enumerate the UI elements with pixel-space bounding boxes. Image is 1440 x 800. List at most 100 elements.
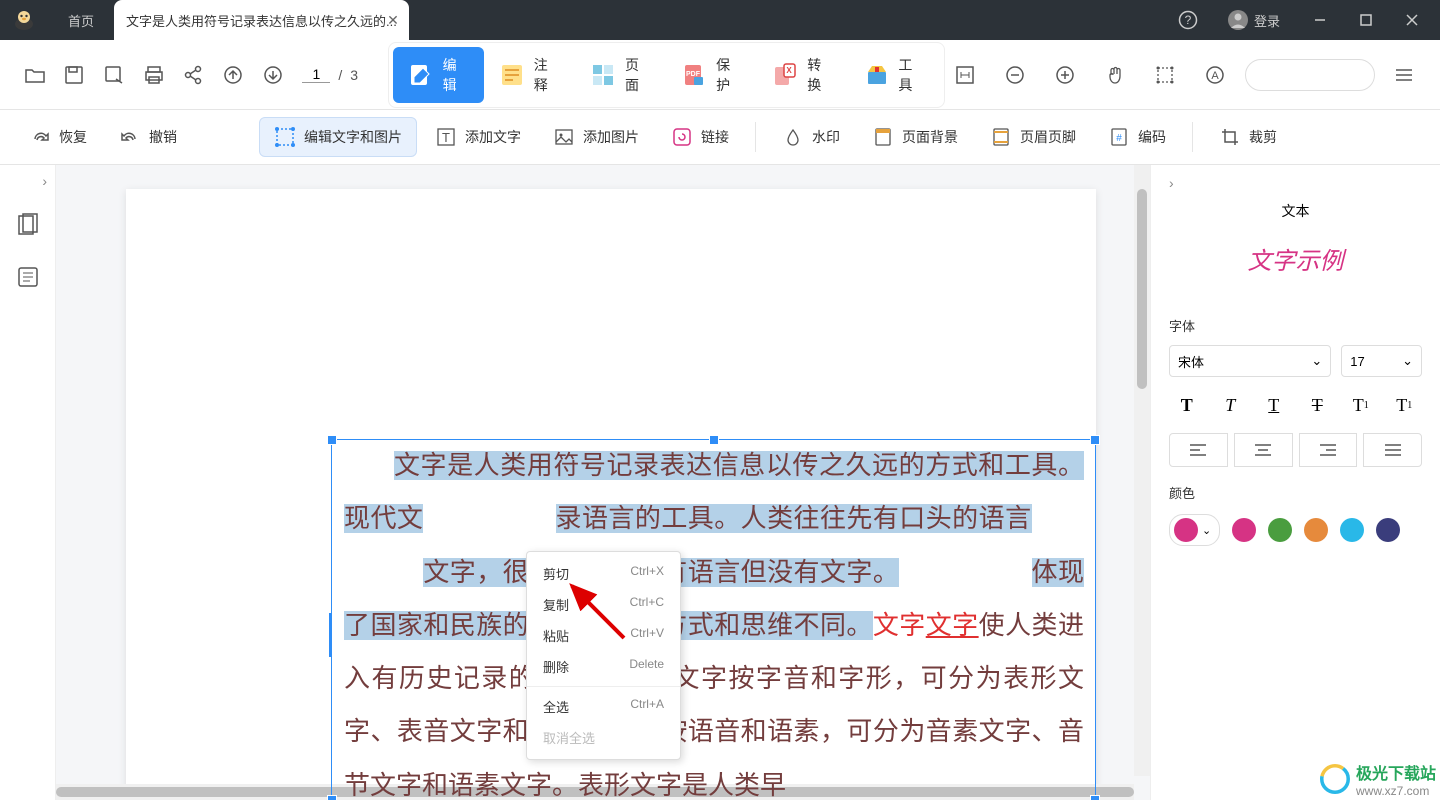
main-toolbar: / 3 编辑 注释 页面 PDF 保护 X 转换 工具	[0, 40, 1440, 110]
italic-button[interactable]: T	[1213, 387, 1249, 423]
color-swatch-green[interactable]	[1268, 518, 1292, 542]
prev-page-icon[interactable]	[213, 55, 253, 95]
document-tab-title: 文字是人类用符号记录表达信息以传之久远的...	[126, 11, 397, 30]
close-tab-icon[interactable]: ✕	[387, 12, 399, 29]
superscript-button[interactable]: T1	[1343, 387, 1379, 423]
undo-button[interactable]: 撤销	[105, 118, 191, 156]
color-swatch-orange[interactable]	[1304, 518, 1328, 542]
protect-icon: PDF	[681, 61, 709, 89]
color-swatch-navy[interactable]	[1376, 518, 1400, 542]
color-section-title: 颜色	[1169, 483, 1422, 502]
svg-text:#: #	[1116, 133, 1122, 144]
align-justify-button[interactable]	[1363, 433, 1422, 467]
menu-icon[interactable]	[1385, 55, 1425, 95]
red-text: 文字	[873, 611, 926, 640]
coding-icon: #	[1108, 126, 1130, 148]
home-tab[interactable]: 首页	[48, 0, 114, 40]
select-icon[interactable]	[1145, 55, 1185, 95]
ribbon-tabs: 编辑 注释 页面 PDF 保护 X 转换 工具	[388, 42, 945, 108]
bold-button[interactable]: T	[1169, 387, 1205, 423]
save-as-icon[interactable]	[94, 55, 134, 95]
ribbon-tab-tools[interactable]: 工具	[849, 47, 940, 103]
link-icon	[671, 126, 693, 148]
font-size-select[interactable]: 17⌄	[1341, 345, 1422, 377]
add-text-button[interactable]: T 添加文字	[421, 118, 535, 156]
page-icon	[589, 61, 617, 89]
background-label: 页面背景	[902, 127, 958, 147]
underline-button[interactable]: T	[1256, 387, 1292, 423]
left-rail-collapse-icon[interactable]: ›	[42, 173, 47, 189]
fit-width-icon[interactable]	[945, 55, 985, 95]
background-button[interactable]: 页面背景	[858, 118, 972, 156]
subscript-button[interactable]: T1	[1387, 387, 1423, 423]
coding-button[interactable]: # 编码	[1094, 118, 1180, 156]
ribbon-tab-tools-label: 工具	[898, 55, 926, 95]
ctx-select-all[interactable]: 全选Ctrl+A	[527, 691, 680, 722]
ribbon-tab-annotate[interactable]: 注释	[484, 47, 575, 103]
ctx-delete[interactable]: 删除Delete	[527, 651, 680, 682]
color-swatch-pink[interactable]	[1232, 518, 1256, 542]
maximize-button[interactable]	[1348, 2, 1384, 38]
login-button[interactable]: 登录	[1216, 10, 1292, 30]
document-tab[interactable]: 文字是人类用符号记录表达信息以传之久远的... ✕	[114, 0, 409, 40]
ribbon-tab-page[interactable]: 页面	[575, 47, 666, 103]
ribbon-tab-convert[interactable]: X 转换	[758, 47, 849, 103]
outline-icon[interactable]	[12, 261, 44, 293]
coding-label: 编码	[1138, 127, 1166, 147]
font-style-row: T T T T T1 T1	[1169, 387, 1422, 423]
ribbon-tab-edit[interactable]: 编辑	[393, 47, 484, 103]
close-button[interactable]	[1394, 2, 1430, 38]
page-total: 3	[350, 67, 358, 83]
crop-button[interactable]: 裁剪	[1205, 118, 1291, 156]
red-link[interactable]: 文字	[926, 611, 979, 640]
page-indicator: / 3	[302, 66, 358, 83]
next-page-icon[interactable]	[253, 55, 293, 95]
ctx-cut[interactable]: 剪切Ctrl+X	[527, 558, 680, 589]
color-swatch-cyan[interactable]	[1340, 518, 1364, 542]
redo-button[interactable]: 恢复	[15, 118, 101, 156]
minimize-button[interactable]	[1302, 2, 1338, 38]
zoom-in-icon[interactable]	[1045, 55, 1085, 95]
share-icon[interactable]	[174, 55, 214, 95]
text-block[interactable]: 文字是人类用符号记录表达信息以传之久远的方式和工具。现代文字大多是记录语言的工具…	[344, 439, 1084, 800]
help-icon[interactable]: ?	[1170, 2, 1206, 38]
ctx-copy[interactable]: 复制Ctrl+C	[527, 589, 680, 620]
ribbon-tab-page-label: 页面	[625, 55, 653, 95]
align-right-button[interactable]	[1299, 433, 1358, 467]
edit-text-image-button[interactable]: 编辑文字和图片	[259, 117, 417, 157]
read-mode-icon[interactable]: A	[1195, 55, 1235, 95]
chevron-down-icon: ⌄	[1311, 353, 1322, 369]
right-panel-collapse-icon[interactable]: ›	[1169, 175, 1174, 191]
vertical-scrollbar[interactable]	[1134, 165, 1150, 776]
color-picker-button[interactable]: ⌄	[1169, 514, 1220, 546]
titlebar: 首页 文字是人类用符号记录表达信息以传之久远的... ✕ ? 登录	[0, 0, 1440, 40]
align-left-button[interactable]	[1169, 433, 1228, 467]
app-icon	[10, 6, 38, 34]
page-input[interactable]	[302, 66, 330, 83]
svg-text:T: T	[442, 130, 450, 145]
add-image-button[interactable]: 添加图片	[539, 118, 653, 156]
ribbon-tab-protect[interactable]: PDF 保护	[667, 47, 758, 103]
watermark-button[interactable]: 水印	[768, 118, 854, 156]
align-center-button[interactable]	[1234, 433, 1293, 467]
search-input[interactable]	[1245, 59, 1375, 91]
zoom-out-icon[interactable]	[995, 55, 1035, 95]
right-panel: › 文本 文字示例 字体 宋体⌄ 17⌄ T T T T T1 T1 颜色 ⌄	[1150, 165, 1440, 800]
strikethrough-button[interactable]: T	[1300, 387, 1336, 423]
document-canvas[interactable]: x7 文字是人类用符号记录表达信息以传之久远的方式和工具。现代文字大多是记录语言…	[56, 165, 1150, 800]
edit-icon	[407, 61, 435, 89]
ribbon-tab-annotate-label: 注释	[534, 55, 562, 95]
color-current	[1174, 518, 1198, 542]
print-icon[interactable]	[134, 55, 174, 95]
ctx-paste[interactable]: 粘贴Ctrl+V	[527, 620, 680, 651]
content-area: › x7 文字是人类用符号记录表达信息以传之久远的方式和工具。现代文字大多是记录…	[0, 165, 1440, 800]
tools-icon	[863, 61, 891, 89]
svg-text:PDF: PDF	[686, 71, 701, 78]
header-footer-button[interactable]: 页眉页脚	[976, 118, 1090, 156]
open-icon[interactable]	[15, 55, 55, 95]
link-button[interactable]: 链接	[657, 118, 743, 156]
save-icon[interactable]	[55, 55, 95, 95]
font-family-select[interactable]: 宋体⌄	[1169, 345, 1331, 377]
thumbnails-icon[interactable]	[12, 209, 44, 241]
hand-icon[interactable]	[1095, 55, 1135, 95]
